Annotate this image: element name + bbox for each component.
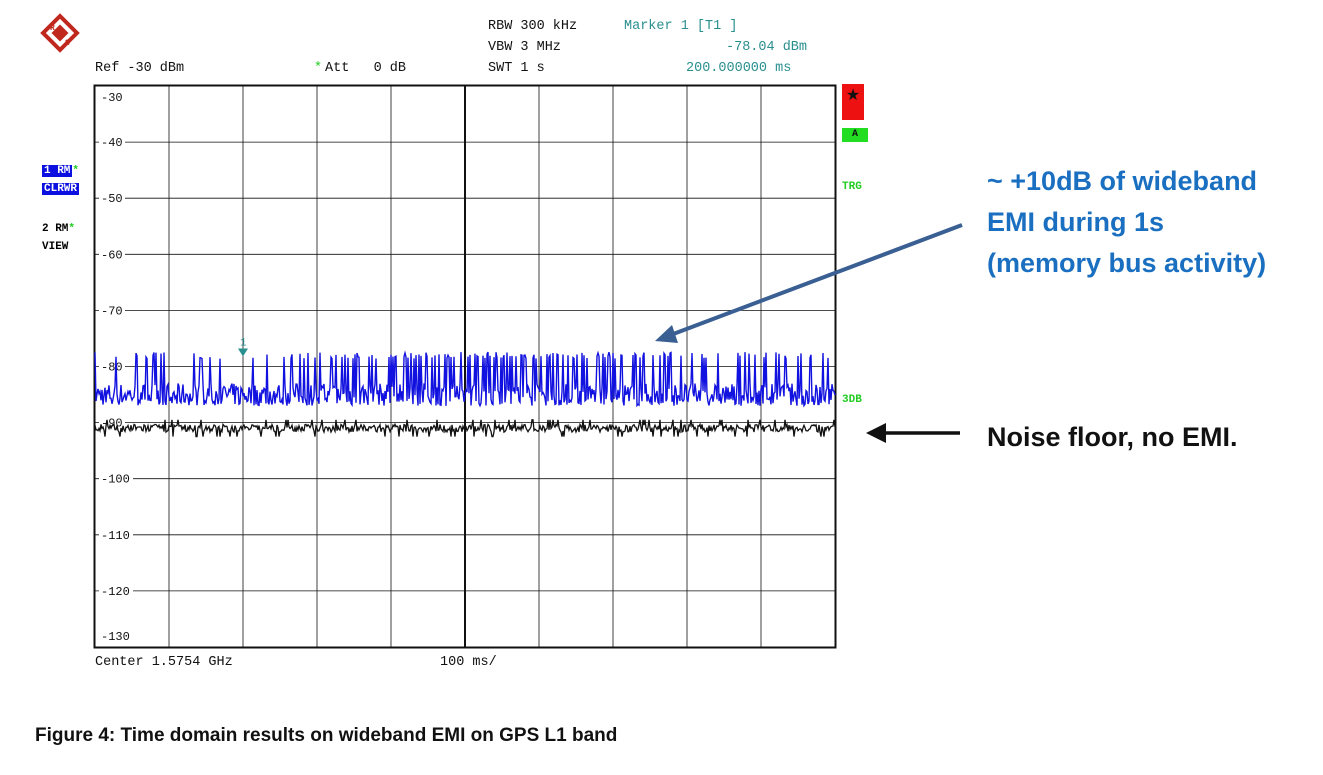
emi-arrow (667, 223, 963, 338)
annotation-arrows (655, 223, 963, 443)
emi-arrow-head (655, 325, 678, 343)
noise-arrow-head (866, 423, 886, 443)
figure-caption: Figure 4: Time domain results on wideban… (35, 725, 618, 746)
